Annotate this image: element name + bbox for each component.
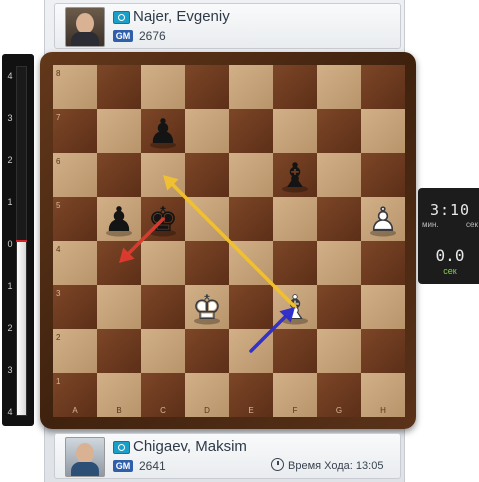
file-label: E — [248, 406, 253, 415]
svg-text:♙: ♙ — [368, 200, 398, 240]
svg-text:♟: ♟ — [148, 112, 178, 152]
clock-icon — [271, 458, 284, 471]
black-bishop-f6[interactable]: ♝ — [280, 156, 310, 196]
svg-text:♝: ♝ — [280, 156, 310, 196]
square-b6[interactable] — [97, 153, 141, 197]
square-e5[interactable] — [229, 197, 273, 241]
player-card-bottom[interactable]: Chigaev, Maksim GM 2641 Время Хода: 13:0… — [54, 433, 401, 479]
title-badge: GM — [113, 460, 133, 472]
player-name[interactable]: Chigaev, Maksim — [133, 438, 247, 455]
square-f7[interactable] — [273, 109, 317, 153]
move-time-value: 13:05 — [355, 460, 384, 472]
file-label: H — [380, 406, 386, 415]
black-pawn-c7[interactable]: ♟ — [148, 112, 178, 152]
file-label: B — [116, 406, 121, 415]
square-d8[interactable] — [185, 65, 229, 109]
square-e7[interactable] — [229, 109, 273, 153]
square-d4[interactable] — [185, 241, 229, 285]
square-e8[interactable] — [229, 65, 273, 109]
square-d2[interactable] — [185, 329, 229, 373]
white-pawn-h5[interactable]: ♟♙ — [368, 200, 398, 240]
square-e6[interactable] — [229, 153, 273, 197]
square-g6[interactable] — [317, 153, 361, 197]
square-h8[interactable] — [361, 65, 405, 109]
square-b7[interactable] — [97, 109, 141, 153]
square-h2[interactable] — [361, 329, 405, 373]
square-h3[interactable] — [361, 285, 405, 329]
square-g8[interactable] — [317, 65, 361, 109]
square-g3[interactable] — [317, 285, 361, 329]
move-timer: 0.0 — [435, 246, 465, 265]
square-c4[interactable] — [141, 241, 185, 285]
rank-label: 8 — [56, 69, 61, 78]
square-g2[interactable] — [317, 329, 361, 373]
square-h4[interactable] — [361, 241, 405, 285]
move-time: Время Хода: 13:05 — [271, 458, 383, 472]
square-f5[interactable] — [273, 197, 317, 241]
file-label: F — [293, 406, 298, 415]
square-h7[interactable] — [361, 109, 405, 153]
player-rating: 2641 — [139, 459, 166, 473]
white-king-d3[interactable]: ♚♔ — [192, 288, 222, 328]
clock-unit-sec: сек — [466, 220, 478, 229]
square-c8[interactable] — [141, 65, 185, 109]
square-f8[interactable] — [273, 65, 317, 109]
file-label: C — [160, 406, 166, 415]
rank-label: 2 — [56, 333, 61, 342]
square-b3[interactable] — [97, 285, 141, 329]
rank-label: 1 — [56, 377, 61, 386]
square-d7[interactable] — [185, 109, 229, 153]
svg-text:♔: ♔ — [192, 288, 222, 328]
rank-label: 7 — [56, 113, 61, 122]
file-label: G — [336, 406, 342, 415]
square-b8[interactable] — [97, 65, 141, 109]
square-g4[interactable] — [317, 241, 361, 285]
square-b2[interactable] — [97, 329, 141, 373]
file-label: D — [204, 406, 210, 415]
svg-text:♟: ♟ — [104, 200, 134, 240]
clock-time: 3:10 — [429, 201, 471, 219]
square-c2[interactable] — [141, 329, 185, 373]
player-avatar — [65, 437, 105, 477]
rank-label: 6 — [56, 157, 61, 166]
move-timer-unit: сек — [443, 266, 457, 276]
black-pawn-b5[interactable]: ♟ — [104, 200, 134, 240]
rank-label: 4 — [56, 245, 61, 254]
square-c3[interactable] — [141, 285, 185, 329]
chess-board[interactable]: 87654321A B C D E F G H♟♝♟ ♚ ♟♙♚♔ ♝♗ — [0, 0, 479, 482]
country-flag-icon — [113, 441, 130, 454]
square-e3[interactable] — [229, 285, 273, 329]
file-label: A — [72, 406, 78, 415]
move-time-label: Время Хода: — [288, 460, 353, 472]
square-f4[interactable] — [273, 241, 317, 285]
square-g5[interactable] — [317, 197, 361, 241]
clock-panel: 3:10 мин. сек 0.0 сек — [418, 188, 479, 284]
rank-label: 5 — [56, 201, 61, 210]
clock-unit-min: мин. — [422, 220, 439, 229]
square-g7[interactable] — [317, 109, 361, 153]
square-f2[interactable] — [273, 329, 317, 373]
rank-label: 3 — [56, 289, 61, 298]
square-h6[interactable] — [361, 153, 405, 197]
square-d6[interactable] — [185, 153, 229, 197]
